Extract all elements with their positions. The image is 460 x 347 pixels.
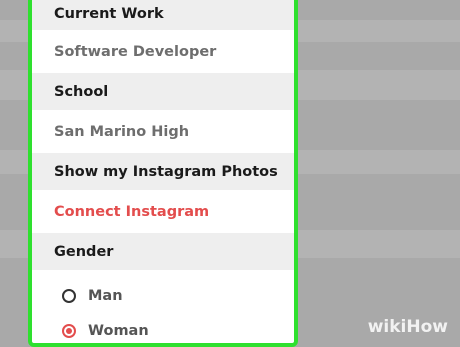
- gender-option-woman[interactable]: Woman: [32, 315, 294, 343]
- radio-unchecked-icon[interactable]: [62, 289, 76, 303]
- gender-header: Gender: [32, 233, 294, 270]
- school-header: School: [32, 73, 294, 110]
- gender-option-man[interactable]: Man: [32, 280, 294, 312]
- current-work-header: Current Work: [32, 0, 294, 30]
- instagram-label: Show my Instagram Photos: [54, 163, 278, 180]
- school-label: School: [54, 83, 109, 100]
- instagram-header: Show my Instagram Photos: [32, 153, 294, 190]
- radio-checked-icon[interactable]: [62, 324, 76, 338]
- gender-option-label: Woman: [88, 323, 149, 339]
- wikihow-watermark: wikiHow: [367, 317, 448, 337]
- current-work-label: Current Work: [54, 6, 164, 22]
- gender-label: Gender: [54, 243, 114, 260]
- school-field[interactable]: San Marino High: [32, 110, 294, 153]
- connect-instagram-row[interactable]: Connect Instagram: [32, 190, 294, 233]
- gender-option-label: Man: [88, 288, 123, 304]
- connect-instagram-link[interactable]: Connect Instagram: [54, 204, 209, 220]
- current-work-value: Software Developer: [54, 43, 217, 60]
- profile-settings-panel: Current Work Software Developer School S…: [28, 0, 298, 347]
- current-work-field[interactable]: Software Developer: [32, 30, 294, 73]
- school-value: San Marino High: [54, 123, 190, 140]
